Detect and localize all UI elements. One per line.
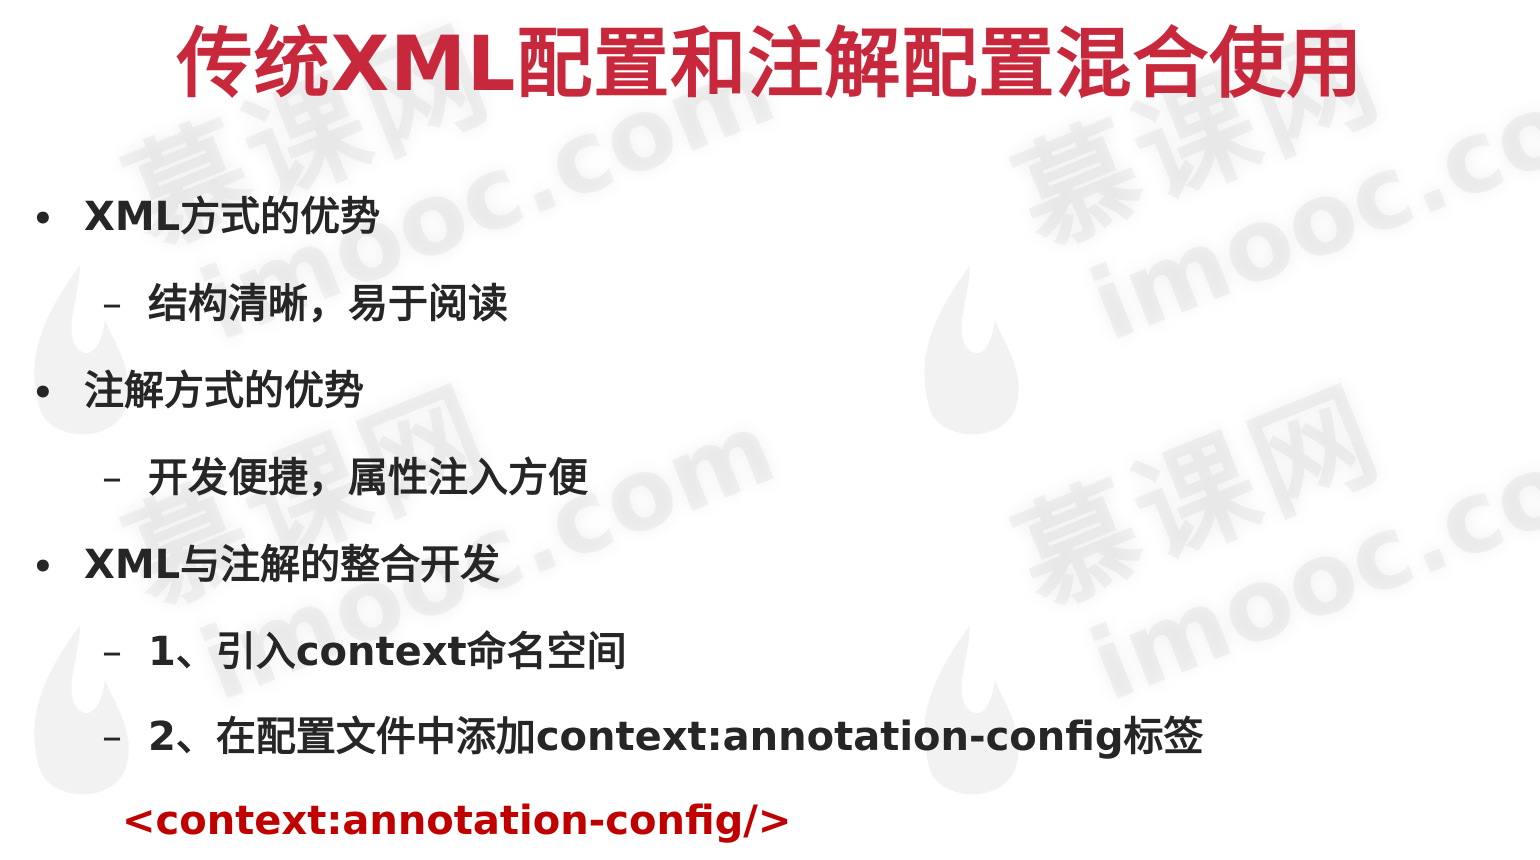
sub-bullet-text: 开发便捷，属性注入方便 bbox=[148, 455, 588, 501]
bullet-dot-icon: • bbox=[32, 547, 54, 587]
watermark-text: 慕课网 imooc.com bbox=[998, 272, 1540, 733]
sub-bullet-text: 结构清晰，易于阅读 bbox=[148, 281, 508, 327]
watermark: 慕课网 imooc.com bbox=[910, 364, 1540, 860]
watermark-cn: 慕课网 bbox=[998, 363, 1401, 635]
sub-bullet-item: – 开发便捷，属性注入方便 bbox=[102, 453, 588, 503]
bullet-item: • XML方式的优势 bbox=[32, 192, 380, 244]
slide-title: 传统XML配置和注解配置混合使用 bbox=[176, 19, 1364, 108]
bullet-dot-icon: • bbox=[32, 199, 54, 239]
watermark: 慕课网 imooc.com bbox=[910, 4, 1540, 530]
bullet-text: 注解方式的优势 bbox=[84, 368, 364, 414]
bullet-dot-icon: • bbox=[32, 373, 54, 413]
dash-icon: – bbox=[102, 455, 122, 501]
bullet-text: XML方式的优势 bbox=[84, 194, 381, 240]
dash-icon: – bbox=[102, 629, 122, 675]
code-snippet: <context:annotation-config/> bbox=[122, 798, 792, 844]
sub-bullet-text: 2、在配置文件中添加context:annotation-config标签 bbox=[148, 714, 1204, 760]
slide: 慕课网 imooc.com 慕课网 imooc.com 慕课网 imooc.co… bbox=[0, 0, 1540, 860]
watermark-en: imooc.com bbox=[1075, 388, 1540, 725]
flame-logo-icon bbox=[924, 265, 1019, 435]
sub-bullet-item: –2、在配置文件中添加context:annotation-config标签 bbox=[102, 712, 1204, 762]
bullet-item: • XML与注解的整合开发 bbox=[32, 540, 500, 592]
bullet-item: • 注解方式的优势 bbox=[32, 366, 364, 418]
bullet-text: XML与注解的整合开发 bbox=[84, 542, 501, 588]
sub-bullet-text: 1、引入context命名空间 bbox=[148, 629, 627, 675]
dash-icon: – bbox=[102, 281, 122, 327]
sub-bullet-item: – 结构清晰，易于阅读 bbox=[102, 279, 508, 329]
sub-bullet-item: –1、引入context命名空间 bbox=[102, 627, 627, 677]
dash-icon: – bbox=[102, 714, 122, 760]
